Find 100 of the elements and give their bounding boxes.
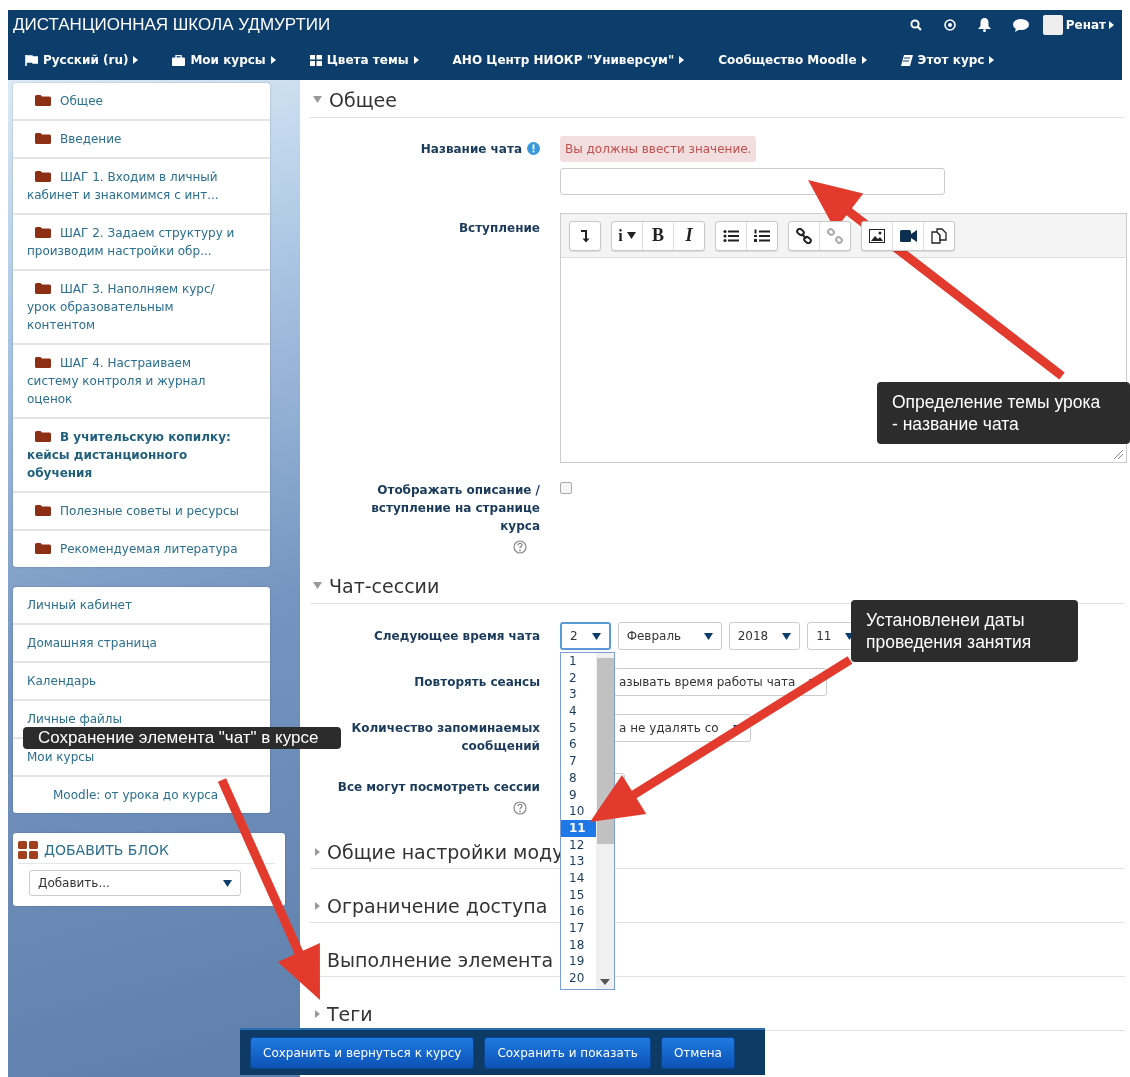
briefcase-icon xyxy=(172,54,186,66)
dropdown-option[interactable]: 12 xyxy=(561,836,596,854)
bold-button[interactable]: B xyxy=(642,221,673,250)
field-label: Количество запоминаемых сообщений xyxy=(351,721,540,753)
bell-icon[interactable] xyxy=(977,18,991,32)
name-input[interactable] xyxy=(560,168,945,195)
collapse-icon xyxy=(579,228,591,243)
annotation-tooltip: Определение темы урока - название чата xyxy=(877,382,1130,444)
expanded-caret-icon xyxy=(313,96,322,103)
section-heading[interactable]: Ограничение доступа xyxy=(327,894,548,918)
dropdown-option[interactable]: 9 xyxy=(561,786,596,804)
dropdown-option[interactable]: 1 xyxy=(561,653,596,670)
dropdown-option[interactable]: 18 xyxy=(561,936,596,954)
menu-link[interactable]: Цвета темы xyxy=(309,53,419,67)
section-link[interactable]: Полезные советы и ресурсы xyxy=(13,493,270,531)
nav-link[interactable]: Домашняя страница xyxy=(13,625,270,663)
caret-icon xyxy=(1109,21,1114,29)
chat-icon[interactable] xyxy=(1012,18,1029,32)
link-icon xyxy=(796,227,812,244)
field-label: Вступление xyxy=(458,221,540,235)
help-icon[interactable] xyxy=(513,801,527,815)
dropdown-option[interactable]: 10 xyxy=(561,803,596,820)
section-heading[interactable]: Теги xyxy=(327,1002,373,1026)
dropdown-option[interactable]: 2 xyxy=(561,669,596,687)
caret-icon xyxy=(989,56,995,64)
dropdown-option[interactable]: 17 xyxy=(561,920,596,937)
folder-icon xyxy=(35,133,51,144)
dropdown-option[interactable]: 14 xyxy=(561,869,596,887)
blocks-icon xyxy=(18,841,38,859)
caret-icon xyxy=(133,56,139,64)
section-link[interactable]: ШАГ 2. Задаем структуру и производим настройки обр... xyxy=(13,215,270,271)
image-icon xyxy=(869,228,885,243)
dropdown-option[interactable]: 8 xyxy=(561,769,596,787)
section-link[interactable]: Общее xyxy=(13,83,270,121)
nav-link[interactable]: Moodle: от урока до курса xyxy=(13,777,270,813)
expanded-caret-icon xyxy=(313,582,322,589)
site-title[interactable]: ДИСТАНЦИОННАЯ ШКОЛА УДМУРТИИ xyxy=(13,15,910,35)
target-icon[interactable] xyxy=(943,19,956,31)
date-select[interactable]: 2018 xyxy=(728,622,801,650)
caret-icon xyxy=(223,879,232,887)
date-select[interactable]: 2 xyxy=(560,622,611,650)
form-button[interactable]: Сохранить и показать xyxy=(484,1036,651,1069)
dropdown-option[interactable]: 11 xyxy=(561,819,596,837)
form-button[interactable]: Отмена xyxy=(660,1036,735,1069)
caret-icon xyxy=(703,632,713,640)
add-block-select[interactable]: Добавить... xyxy=(29,870,241,896)
dropdown-option[interactable]: 20 xyxy=(561,970,596,987)
numbered-list-icon xyxy=(754,228,770,243)
field-label: Отображать описание / вступление на странице курса xyxy=(371,483,540,533)
caret-icon xyxy=(679,56,685,64)
files-icon xyxy=(931,227,947,244)
user-menu[interactable]: Ренат xyxy=(1042,15,1114,35)
bullet-list-icon xyxy=(723,228,739,243)
section-link[interactable]: ШАГ 3. Наполняем курс/ урок образовательным контентом xyxy=(13,271,270,345)
dropdown-option[interactable]: 16 xyxy=(561,903,596,920)
nav-link[interactable]: Личный кабинет xyxy=(13,587,270,625)
resize-handle-icon[interactable] xyxy=(1113,449,1123,459)
nav-link[interactable]: Календарь xyxy=(13,663,270,701)
section-link[interactable]: Рекомендуемая литература xyxy=(13,531,270,567)
section-link[interactable]: В учительскую копилку: кейсы дистанционного обучения xyxy=(13,419,270,493)
style-button[interactable]: i xyxy=(612,221,642,250)
section-link[interactable]: ШАГ 1. Входим в личный кабинет и знакомимся с инт... xyxy=(13,159,270,215)
dropdown-option[interactable]: 13 xyxy=(561,853,596,870)
dropdown-option[interactable]: 7 xyxy=(561,753,596,770)
scroll-down-icon[interactable] xyxy=(600,979,610,985)
section-heading[interactable]: Общие настройки моду xyxy=(327,840,564,864)
italic-button[interactable]: I xyxy=(673,221,704,250)
collapsed-caret-icon xyxy=(315,902,320,910)
menu-link[interactable]: Этот курс xyxy=(900,53,995,67)
menu-link[interactable]: Мои курсы xyxy=(172,53,276,67)
date-select[interactable]: Февраль xyxy=(617,622,722,650)
search-icon[interactable] xyxy=(909,19,922,31)
folder-icon xyxy=(35,431,51,442)
folder-icon xyxy=(35,227,51,238)
block-title: ДОБАВИТЬ БЛОК xyxy=(44,842,169,858)
folder-icon xyxy=(35,357,51,368)
form-button[interactable]: Сохранить и вернуться к курсу xyxy=(250,1036,475,1069)
folder-icon xyxy=(35,505,51,516)
dropdown-option[interactable]: 5 xyxy=(561,719,596,737)
collapsed-caret-icon xyxy=(315,1010,320,1018)
annotation-tooltip: Сохранение элемента "чат" в курсе xyxy=(23,727,341,749)
menu-link[interactable]: Русский (ru) xyxy=(25,53,139,67)
checkbox[interactable] xyxy=(560,482,572,494)
section-heading[interactable]: Общее xyxy=(329,88,397,111)
field-label: Повторять сеансы xyxy=(414,675,540,689)
menu-link[interactable]: Сообщество Moodle xyxy=(718,53,867,67)
section-heading[interactable]: Выполнение элемента xyxy=(327,948,554,972)
help-icon[interactable] xyxy=(513,540,527,554)
folder-icon xyxy=(35,171,51,182)
section-link[interactable]: Введение xyxy=(13,121,270,159)
scrollbar[interactable] xyxy=(596,653,614,989)
dropdown-option[interactable]: 19 xyxy=(561,953,596,971)
section-heading[interactable]: Чат-сессии xyxy=(329,574,440,597)
flag-icon xyxy=(25,54,38,66)
unlink-icon xyxy=(827,227,843,244)
grid-icon xyxy=(309,54,322,66)
menu-link[interactable]: АНО Центр НИОКР "Универсум" xyxy=(452,53,685,67)
collapsed-caret-icon xyxy=(315,848,320,856)
section-link[interactable]: ШАГ 4. Настраиваем систему контроля и журнал оценок xyxy=(13,345,270,419)
dropdown-option[interactable]: 15 xyxy=(561,886,596,904)
